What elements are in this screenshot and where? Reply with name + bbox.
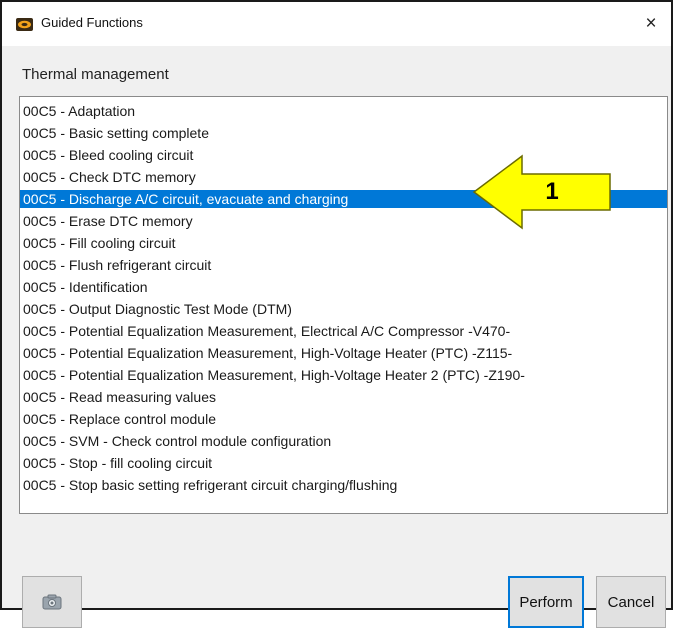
list-item[interactable]: 00C5 - Potential Equalization Measuremen… (20, 366, 667, 384)
list-item[interactable]: 00C5 - Fill cooling circuit (20, 234, 667, 252)
perform-button[interactable]: Perform (508, 576, 584, 628)
list-item[interactable]: 00C5 - Stop - fill cooling circuit (20, 454, 667, 472)
list-item[interactable]: 00C5 - SVM - Check control module config… (20, 432, 667, 450)
screenshot-button[interactable] (22, 576, 82, 628)
cancel-button[interactable]: Cancel (596, 576, 666, 628)
list-item[interactable]: 00C5 - Potential Equalization Measuremen… (20, 344, 667, 362)
list-item[interactable]: 00C5 - Output Diagnostic Test Mode (DTM) (20, 300, 667, 318)
list-item[interactable]: 00C5 - Read measuring values (20, 388, 667, 406)
list-item[interactable]: 00C5 - Potential Equalization Measuremen… (20, 322, 667, 340)
title-bar: Guided Functions × (2, 2, 671, 46)
window-title: Guided Functions (41, 15, 143, 30)
close-button[interactable]: × (631, 6, 671, 42)
section-label: Thermal management (22, 66, 169, 83)
close-icon: × (645, 13, 657, 34)
list-item[interactable]: 00C5 - Replace control module (20, 410, 667, 428)
list-item[interactable]: 00C5 - Identification (20, 278, 667, 296)
list-item[interactable]: 00C5 - Flush refrigerant circuit (20, 256, 667, 274)
list-item[interactable]: 00C5 - Stop basic setting refrigerant ci… (20, 476, 667, 494)
list-item[interactable]: 00C5 - Adaptation (20, 102, 667, 120)
list-item[interactable]: 00C5 - Basic setting complete (20, 124, 667, 142)
camera-icon (42, 594, 62, 610)
guided-functions-dialog: Guided Functions × Thermal management 00… (0, 0, 673, 628)
callout-number: 1 (545, 178, 559, 205)
app-logo-icon (16, 18, 33, 31)
